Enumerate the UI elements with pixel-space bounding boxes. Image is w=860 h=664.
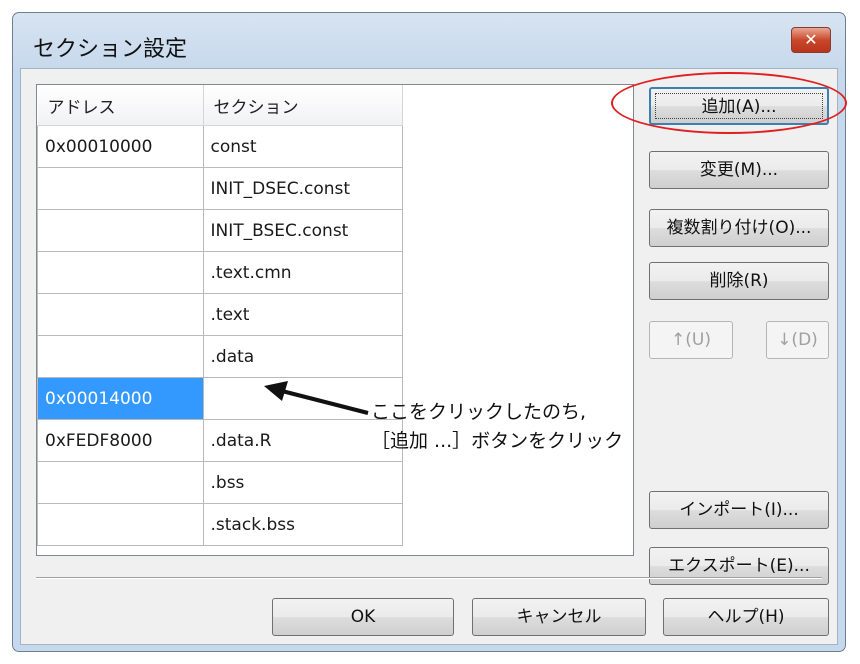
section-cell[interactable]: const <box>202 125 403 168</box>
section-cell[interactable]: .text.cmn <box>202 251 403 294</box>
section-cell[interactable]: .data <box>202 335 403 378</box>
multi-assign-button[interactable]: 複数割り付け(O)... <box>649 209 829 247</box>
address-cell[interactable] <box>37 209 204 252</box>
column-header-address[interactable]: アドレス <box>37 85 204 126</box>
annotation-arrow-icon <box>264 381 369 415</box>
table-row[interactable]: INIT_DSEC.const <box>37 167 403 210</box>
address-cell[interactable]: 0x00010000 <box>37 125 204 168</box>
address-cell[interactable] <box>37 251 204 294</box>
column-header-section[interactable]: セクション <box>203 85 403 126</box>
address-cell[interactable]: 0xFEDF8000 <box>37 419 204 462</box>
delete-button[interactable]: 削除(R) <box>649 262 829 300</box>
separator-line <box>36 577 822 579</box>
table-row[interactable]: 0x00010000 const <box>37 125 403 168</box>
highlight-ellipse <box>611 72 847 134</box>
import-button[interactable]: インポート(I)... <box>649 491 829 529</box>
section-cell[interactable]: .stack.bss <box>202 503 403 546</box>
address-cell-selected[interactable]: 0x00014000 <box>37 377 204 420</box>
table-row[interactable]: .bss <box>37 461 403 504</box>
table-row[interactable]: INIT_BSEC.const <box>37 209 403 252</box>
dialog-client-area: アドレス セクション 0x00010000 const INIT_DSEC.co… <box>20 68 838 645</box>
address-cell[interactable] <box>37 335 204 378</box>
change-button[interactable]: 変更(M)... <box>649 151 829 189</box>
export-button[interactable]: エクスポート(E)... <box>649 547 829 585</box>
ok-button[interactable]: OK <box>272 598 454 636</box>
annotation-line-1: ここをクリックしたのち, <box>371 401 587 423</box>
section-cell[interactable]: .bss <box>202 461 403 504</box>
dialog-title: セクション設定 <box>33 37 188 62</box>
table-row[interactable]: .data <box>37 335 403 378</box>
move-up-button[interactable]: ↑(U) <box>649 321 733 359</box>
address-cell[interactable] <box>37 167 204 210</box>
annotation-line-2: ［追加 ...］ボタンをクリック <box>371 430 624 452</box>
section-cell[interactable]: INIT_DSEC.const <box>202 167 403 210</box>
section-cell[interactable]: INIT_BSEC.const <box>202 209 403 252</box>
table-row[interactable]: .text.cmn <box>37 251 403 294</box>
section-table: アドレス セクション 0x00010000 const INIT_DSEC.co… <box>36 84 634 556</box>
address-cell[interactable] <box>37 461 204 504</box>
table-row[interactable]: 0xFEDF8000 .data.R <box>37 419 403 462</box>
table-row[interactable]: .text <box>37 293 403 336</box>
help-button[interactable]: ヘルプ(H) <box>663 598 829 636</box>
close-button[interactable]: ✕ <box>791 27 831 53</box>
move-down-button[interactable]: ↓(D) <box>766 321 829 359</box>
annotation-note: ここをクリックしたのち, ［追加 ...］ボタンをクリック <box>371 398 623 456</box>
address-cell[interactable] <box>37 293 204 336</box>
address-cell[interactable] <box>37 503 204 546</box>
table-row[interactable]: .stack.bss <box>37 503 403 546</box>
section-cell[interactable]: .text <box>202 293 403 336</box>
cancel-button[interactable]: キャンセル <box>472 598 646 636</box>
